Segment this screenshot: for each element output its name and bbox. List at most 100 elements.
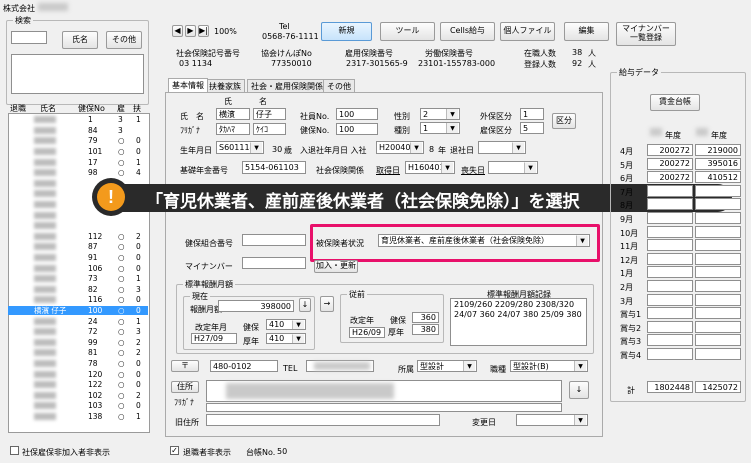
salary-cell-year1[interactable] <box>647 293 693 306</box>
sei-kana-field[interactable]: ﾀｶﾊﾏ <box>216 123 250 135</box>
list-item[interactable]: 73 ○ 1 <box>8 274 148 284</box>
kenpo-kumiai-field[interactable] <box>242 234 306 246</box>
list-item[interactable]: 138 ○ 1 <box>8 412 148 422</box>
revision-field[interactable]: H27/09 <box>191 333 237 344</box>
salary-cell-year1[interactable] <box>647 280 693 292</box>
update-button[interactable]: 加入・更新 <box>314 260 358 273</box>
monthly-down-button[interactable]: ↓ <box>299 298 311 312</box>
cells-salary-button[interactable]: Cells給与 <box>440 22 495 41</box>
salary-cell-year1[interactable] <box>647 184 693 197</box>
new-button[interactable]: 新規 <box>321 22 372 41</box>
list-item[interactable]: 横濱 仔子 100 ○ 0 <box>8 305 148 316</box>
salary-cell-year2[interactable] <box>695 252 741 265</box>
kind-select[interactable]: 1 <box>420 122 460 134</box>
list-item[interactable]: 103 ○ 0 <box>8 401 148 411</box>
salary-cell-year1[interactable]: 200272 <box>647 157 693 170</box>
mynumber-field[interactable] <box>242 257 306 269</box>
tab-other[interactable]: その他 <box>323 79 355 92</box>
dept-select[interactable]: 型設計 <box>417 360 477 372</box>
salary-cell-year1[interactable] <box>647 212 693 224</box>
list-item[interactable]: 91 ○ 0 <box>8 253 148 263</box>
search-other-button[interactable]: その他 <box>106 31 142 49</box>
kosei-std-select[interactable]: 410 <box>266 333 306 344</box>
list-item[interactable]: 122 ○ 0 <box>8 380 148 390</box>
salary-cell-year2[interactable] <box>695 184 741 197</box>
list-item[interactable]: 102 ○ 2 <box>8 391 148 401</box>
change-date-select[interactable] <box>516 414 588 426</box>
list-item[interactable]: 87 ○ 0 <box>8 242 148 252</box>
hide-insurance-checkbox[interactable] <box>10 446 19 455</box>
mei-field[interactable]: 仔子 <box>253 108 286 120</box>
old-addr-field[interactable] <box>206 414 440 426</box>
list-item[interactable]: 82 ○ 3 <box>8 285 148 295</box>
salary-cell-year1[interactable] <box>647 239 693 252</box>
shift-history-button[interactable]: → <box>320 296 334 312</box>
mei-kana-field[interactable]: ｹｲｺ <box>253 123 286 135</box>
role-select[interactable]: 型設計(B) <box>510 360 588 372</box>
gaihoken-field[interactable]: 1 <box>520 108 544 120</box>
retire-select[interactable] <box>478 141 526 154</box>
search-name-button[interactable]: 氏名 <box>62 31 98 49</box>
shain-field[interactable]: 100 <box>336 108 378 120</box>
list-item[interactable]: 81 ○ 2 <box>8 348 148 358</box>
search-input[interactable] <box>11 31 47 44</box>
salary-cell-year2[interactable] <box>695 239 741 252</box>
list-item[interactable]: 1 3 1 <box>8 115 148 125</box>
address-down-button[interactable]: ↓ <box>569 381 589 399</box>
list-item[interactable]: 116 ○ 0 <box>8 295 148 305</box>
join-select[interactable]: H200401 <box>376 141 424 154</box>
salary-cell-year2[interactable] <box>695 334 741 347</box>
wage-ledger-button[interactable]: 賃金台帳 <box>650 94 700 111</box>
salary-cell-year2[interactable] <box>695 307 741 320</box>
salary-cell-year1[interactable] <box>647 252 693 265</box>
personal-file-button[interactable]: 個人ファイル <box>500 22 555 41</box>
salary-cell-year2[interactable] <box>695 348 741 360</box>
list-item[interactable]: 106 ○ 0 <box>8 263 148 273</box>
list-item[interactable]: 79 ○ 0 <box>8 136 148 146</box>
address-button[interactable]: 住所 <box>171 381 199 393</box>
addr-kana-field[interactable] <box>206 403 562 412</box>
mynumber-register-button[interactable]: マイナンバー 一覧登録 <box>616 22 676 46</box>
list-item[interactable]: 98 ○ 4 <box>8 168 148 178</box>
salary-cell-year1[interactable] <box>647 320 693 333</box>
list-item[interactable]: 78 ○ 0 <box>8 359 148 369</box>
salary-cell-year1[interactable] <box>647 348 693 360</box>
list-item[interactable]: 99 ○ 2 <box>8 338 148 348</box>
tools-button[interactable]: ツール <box>380 22 435 41</box>
zip-field[interactable]: 480-0102 <box>210 360 278 372</box>
edit-button[interactable]: 編集 <box>564 22 609 41</box>
zip-button[interactable]: 〒 <box>171 360 199 372</box>
tab-insurance[interactable]: 社会・雇用保険関係 <box>247 79 327 92</box>
salary-cell-year2[interactable] <box>695 320 741 333</box>
salary-cell-year1[interactable]: 200272 <box>647 144 693 156</box>
kenpo-std-select[interactable]: 410 <box>266 319 306 330</box>
search-result-box[interactable] <box>11 54 144 94</box>
salary-cell-year1[interactable] <box>647 307 693 320</box>
hide-retired-checkbox[interactable]: ✓ <box>170 446 179 455</box>
salary-cell-year2[interactable]: 219000 <box>695 144 741 156</box>
salary-cell-year2[interactable] <box>695 212 741 224</box>
salary-cell-year1[interactable]: 200272 <box>647 171 693 184</box>
list-item[interactable]: 112 ○ 2 <box>8 232 148 242</box>
list-item[interactable]: 84 3 <box>8 126 148 136</box>
tab-dependents[interactable]: 扶養家族 <box>205 79 245 92</box>
list-item[interactable]: 120 ○ 0 <box>8 369 148 379</box>
shutoku-select[interactable]: H160401 <box>405 161 455 174</box>
list-item[interactable]: 101 ○ 0 <box>8 147 148 157</box>
birth-select[interactable]: S601114 <box>216 141 264 154</box>
list-item[interactable]: 17 ○ 1 <box>8 157 148 167</box>
list-item[interactable]: 72 ○ 3 <box>8 327 148 337</box>
salary-cell-year1[interactable] <box>647 198 693 211</box>
salary-cell-year1[interactable] <box>647 266 693 279</box>
salary-cell-year1[interactable] <box>647 334 693 347</box>
salary-cell-year2[interactable] <box>695 266 741 279</box>
next-record-button[interactable]: ▶ <box>185 25 196 37</box>
salary-cell-year2[interactable] <box>695 198 741 211</box>
kenpo-field[interactable]: 100 <box>336 123 378 135</box>
pension-field[interactable]: 5154-061103 <box>242 161 306 174</box>
sei-field[interactable]: 横濱 <box>216 108 250 120</box>
list-item[interactable] <box>8 221 148 231</box>
tab-basic[interactable]: 基本情報 <box>168 78 208 92</box>
salary-cell-year2[interactable] <box>695 225 741 238</box>
record-textarea[interactable]: 2109/260 2209/280 2308/320 24/07 360 24/… <box>450 298 587 346</box>
